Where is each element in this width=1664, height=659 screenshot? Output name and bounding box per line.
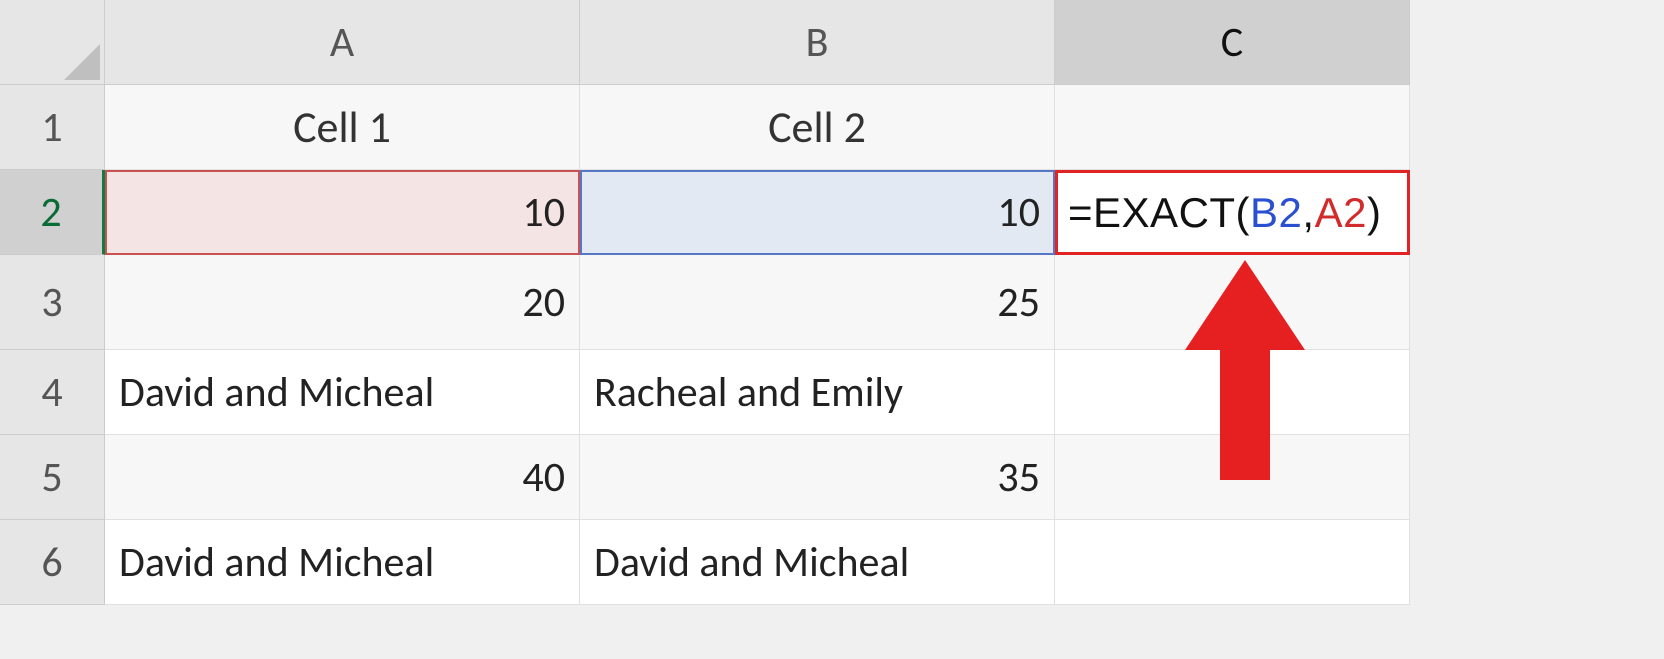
formula-ref-a2: A2 bbox=[1315, 189, 1367, 236]
formula-text: =EXACT(B2,A2) bbox=[1068, 189, 1381, 237]
cell-a3[interactable]: 20 bbox=[105, 255, 580, 350]
select-all-corner[interactable] bbox=[0, 0, 105, 85]
cell-a5[interactable]: 40 bbox=[105, 435, 580, 520]
formula-prefix: =EXACT( bbox=[1068, 189, 1250, 236]
cell-a4[interactable]: David and Micheal bbox=[105, 350, 580, 435]
row-header-5[interactable]: 5 bbox=[0, 435, 105, 520]
cell-a2[interactable]: 10 bbox=[105, 170, 580, 255]
spreadsheet-grid: A B C 1 Cell 1 Cell 2 2 10 10 =EXACT(B2,… bbox=[0, 0, 1664, 605]
col-header-b[interactable]: B bbox=[580, 0, 1055, 85]
row-header-4[interactable]: 4 bbox=[0, 350, 105, 435]
cell-a1[interactable]: Cell 1 bbox=[105, 85, 580, 170]
formula-ref-b2: B2 bbox=[1250, 189, 1302, 236]
cell-a6[interactable]: David and Micheal bbox=[105, 520, 580, 605]
cell-b2[interactable]: 10 bbox=[580, 170, 1055, 255]
cell-b4[interactable]: Racheal and Emily bbox=[580, 350, 1055, 435]
select-all-triangle-icon bbox=[64, 44, 100, 80]
cell-b5[interactable]: 35 bbox=[580, 435, 1055, 520]
cell-c2[interactable]: =EXACT(B2,A2) bbox=[1055, 170, 1410, 255]
formula-sep: , bbox=[1302, 189, 1314, 236]
cell-c6[interactable] bbox=[1055, 520, 1410, 605]
row-header-2[interactable]: 2 bbox=[0, 170, 105, 255]
row-header-3[interactable]: 3 bbox=[0, 255, 105, 350]
col-header-a[interactable]: A bbox=[105, 0, 580, 85]
cell-b6[interactable]: David and Micheal bbox=[580, 520, 1055, 605]
col-header-c[interactable]: C bbox=[1055, 0, 1410, 85]
cell-b3[interactable]: 25 bbox=[580, 255, 1055, 350]
cell-c1[interactable] bbox=[1055, 85, 1410, 170]
red-arrow-up-icon bbox=[1185, 260, 1305, 480]
row-header-1[interactable]: 1 bbox=[0, 85, 105, 170]
row-header-6[interactable]: 6 bbox=[0, 520, 105, 605]
formula-suffix: ) bbox=[1367, 189, 1382, 236]
cell-b1[interactable]: Cell 2 bbox=[580, 85, 1055, 170]
